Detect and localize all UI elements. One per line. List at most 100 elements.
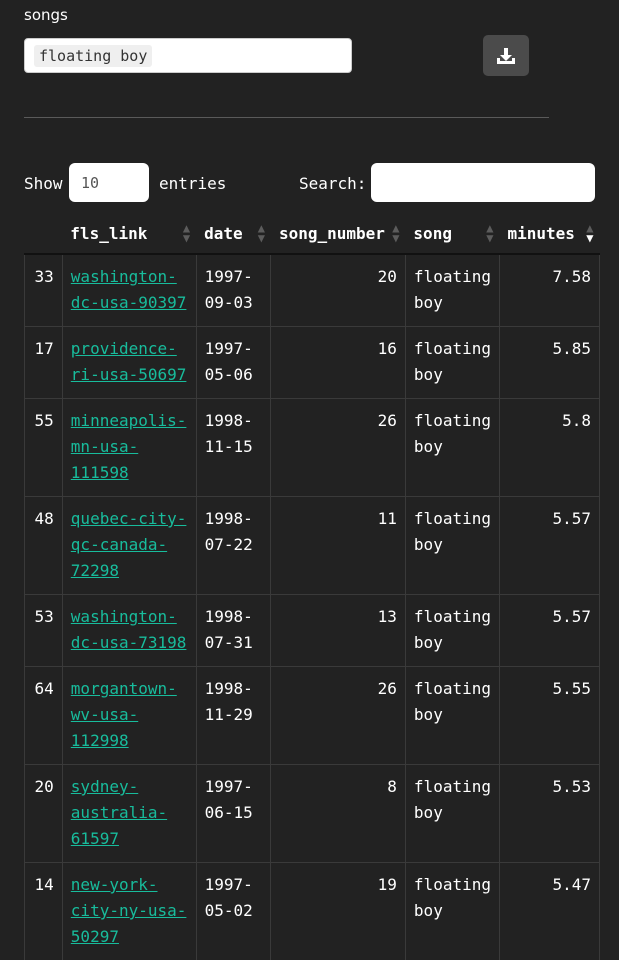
- song-cell: floating boy: [405, 497, 499, 595]
- date-text: 1998-: [205, 679, 253, 698]
- song-text: floating: [414, 339, 491, 358]
- fls-link[interactable]: mn-usa-111598: [71, 437, 138, 482]
- fls-link-cell: sydney-australia- 61597: [62, 765, 196, 863]
- column-header-date[interactable]: date▲▼: [196, 213, 271, 254]
- fls-link[interactable]: minneapolis-: [71, 411, 187, 430]
- table-row: 14new-york-city-ny-usa-502971997-05-0219…: [25, 863, 600, 960]
- fls-link[interactable]: sydney-: [71, 777, 138, 796]
- date-text: 1998-: [205, 509, 253, 528]
- date-text: 07-22: [205, 535, 253, 554]
- fls-link[interactable]: 61597: [71, 829, 119, 848]
- date-text: 09-03: [205, 293, 253, 312]
- sort-both-icon: ▲▼: [258, 223, 265, 243]
- fls-link-cell: washington-dc-usa-90397: [62, 254, 196, 327]
- section-divider: [24, 117, 549, 118]
- search-label: Search:: [299, 174, 366, 193]
- row-index-cell: 17: [25, 327, 63, 399]
- date-text: 06-15: [205, 803, 253, 822]
- date-text: 1997-: [205, 875, 253, 894]
- songs-select-input[interactable]: floating boy: [24, 38, 352, 73]
- minutes-cell: 5.57: [499, 497, 599, 595]
- fls-link-cell: providence-ri-usa-50697: [62, 327, 196, 399]
- fls-link[interactable]: 72298: [71, 561, 119, 580]
- row-index-cell: 48: [25, 497, 63, 595]
- song-text: boy: [414, 901, 443, 920]
- fls-link[interactable]: dc-usa-73198: [71, 633, 187, 652]
- date-text: 11-15: [205, 437, 253, 456]
- fls-link[interactable]: wv-usa-112998: [71, 705, 138, 750]
- date-cell: 1997- 09-03: [196, 254, 271, 327]
- song-cell: floating boy: [405, 595, 499, 667]
- fls-link[interactable]: qc-canada-: [71, 535, 167, 554]
- fls-link[interactable]: new-york-: [71, 875, 158, 894]
- sort-both-icon: ▲▼: [486, 223, 493, 243]
- column-header-minutes[interactable]: minutes▲▼: [499, 213, 599, 254]
- row-index-cell: 20: [25, 765, 63, 863]
- fls-link[interactable]: 50297: [71, 927, 119, 946]
- date-cell: 1997-06-15: [196, 765, 271, 863]
- column-header-song[interactable]: song▲▼: [405, 213, 499, 254]
- minutes-cell: 5.55: [499, 667, 599, 765]
- fls-link[interactable]: ri-usa-50697: [71, 365, 187, 384]
- selected-song-chip[interactable]: floating boy: [34, 45, 152, 67]
- date-text: 1998-: [205, 607, 253, 626]
- minutes-cell: 5.47: [499, 863, 599, 960]
- fls-link[interactable]: morgantown-: [71, 679, 177, 698]
- fls-link[interactable]: providence-: [71, 339, 177, 358]
- song-number-cell: 20: [271, 254, 405, 327]
- song-text: floating: [414, 607, 491, 626]
- fls-link-cell: washington-dc-usa-73198: [62, 595, 196, 667]
- song-number-cell: 26: [271, 667, 405, 765]
- table-row: 55minneapolis-mn-usa-1115981998-11-1526f…: [25, 399, 600, 497]
- minutes-cell: 5.57: [499, 595, 599, 667]
- song-text: floating: [414, 509, 491, 528]
- minutes-cell: 5.53: [499, 765, 599, 863]
- song-number-cell: 13: [271, 595, 405, 667]
- results-table: fls_link▲▼ date▲▼ song_number▲▼ song▲▼ m…: [24, 213, 600, 960]
- entries-per-page-input[interactable]: [69, 163, 149, 202]
- song-text: boy: [414, 535, 443, 554]
- date-text: 1997-: [205, 267, 253, 286]
- date-text: 11-29: [205, 705, 253, 724]
- fls-link[interactable]: city-ny-usa-: [71, 901, 187, 920]
- table-header-row: fls_link▲▼ date▲▼ song_number▲▼ song▲▼ m…: [25, 213, 600, 254]
- date-cell: 1998- 11-29: [196, 667, 271, 765]
- column-header-index[interactable]: [25, 213, 63, 254]
- song-text: boy: [414, 365, 443, 384]
- song-text: boy: [414, 633, 443, 652]
- date-cell: 1998-11-15: [196, 399, 271, 497]
- songs-filter-label: songs: [24, 6, 68, 24]
- column-header-fls-link[interactable]: fls_link▲▼: [62, 213, 196, 254]
- download-button[interactable]: [483, 35, 529, 76]
- fls-link[interactable]: australia-: [71, 803, 167, 822]
- date-cell: 1998- 07-22: [196, 497, 271, 595]
- column-header-song-number[interactable]: song_number▲▼: [271, 213, 405, 254]
- song-text: floating: [414, 679, 491, 698]
- download-icon: [496, 47, 516, 65]
- song-text: floating: [414, 267, 491, 286]
- song-number-cell: 16: [271, 327, 405, 399]
- search-input[interactable]: [371, 163, 595, 202]
- fls-link-cell: new-york-city-ny-usa- 50297: [62, 863, 196, 960]
- table-row: 20sydney-australia-615971997-06-158float…: [25, 765, 600, 863]
- song-cell: floating boy: [405, 327, 499, 399]
- song-cell: floatingboy: [405, 254, 499, 327]
- table-row: 53washington-dc-usa-731981998-07-3113flo…: [25, 595, 600, 667]
- song-number-cell: 11: [271, 497, 405, 595]
- entries-label: entries: [159, 174, 226, 193]
- row-index-cell: 64: [25, 667, 63, 765]
- table-row: 64 morgantown-wv-usa-112998 1998- 11-29 26 fl…: [25, 667, 600, 765]
- fls-link[interactable]: washington-: [71, 607, 177, 626]
- fls-link-cell: quebec-city-qc-canada- 72298: [62, 497, 196, 595]
- fls-link-cell: minneapolis-mn-usa-111598: [62, 399, 196, 497]
- table-row: 33washington-dc-usa-903971997-09-0320flo…: [25, 254, 600, 327]
- sort-both-icon: ▲▼: [392, 223, 399, 243]
- fls-link[interactable]: quebec-city-: [71, 509, 187, 528]
- fls-link[interactable]: washington-: [71, 267, 177, 286]
- song-cell: floatingboy: [405, 863, 499, 960]
- table-row: 17providence-ri-usa-506971997-05-0616flo…: [25, 327, 600, 399]
- song-number-cell: 26: [271, 399, 405, 497]
- song-cell: floatingboy: [405, 765, 499, 863]
- row-index-cell: 55: [25, 399, 63, 497]
- fls-link[interactable]: dc-usa-90397: [71, 293, 187, 312]
